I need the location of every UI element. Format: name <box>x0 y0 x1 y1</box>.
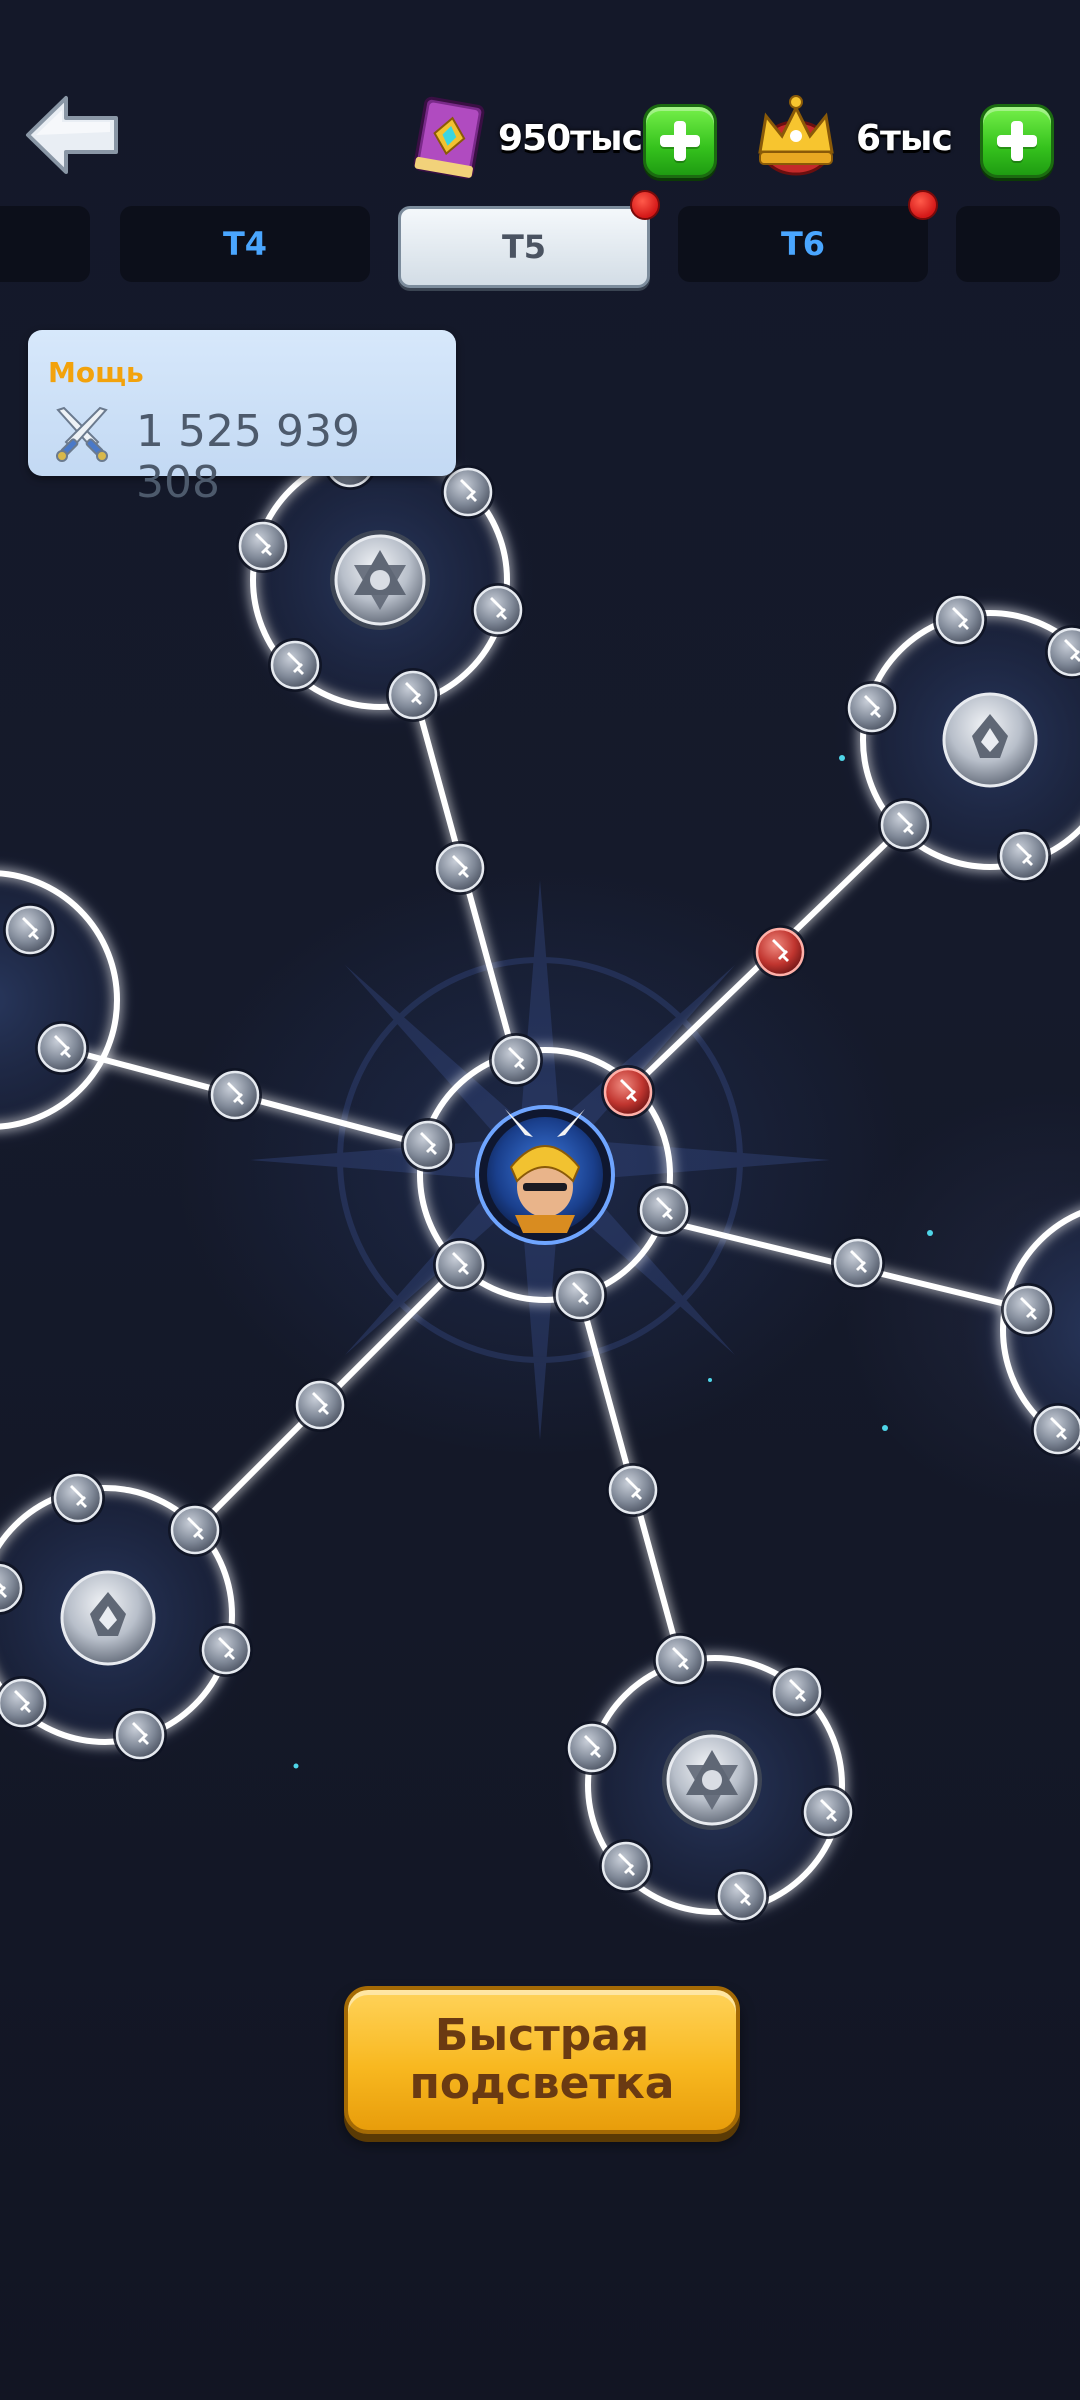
tab-t3[interactable] <box>0 206 90 282</box>
talent-node[interactable] <box>599 1839 653 1893</box>
cluster-emblem-bottom-left[interactable] <box>60 1570 156 1666</box>
talent-tree-screen: 950тыс 6тыс T4 T5 T6 Мощь 1 525 939 308 … <box>0 0 1080 2400</box>
talent-node[interactable] <box>637 1183 691 1237</box>
talent-node[interactable] <box>606 1463 660 1517</box>
talent-node[interactable] <box>113 1708 167 1762</box>
tab-t5[interactable]: T5 <box>398 206 650 288</box>
talent-node[interactable] <box>51 1471 105 1525</box>
tab-t5-notification-badge <box>630 190 660 220</box>
quick-highlight-line1: Быстрая <box>434 2010 650 2061</box>
talent-node[interactable] <box>715 1869 769 1923</box>
talent-node[interactable] <box>565 1721 619 1775</box>
tab-t6[interactable]: T6 <box>678 206 928 282</box>
talent-node-active[interactable] <box>601 1065 655 1119</box>
power-label: Мощь <box>48 356 144 389</box>
talent-node[interactable] <box>268 638 322 692</box>
talent-node[interactable] <box>845 681 899 735</box>
talent-node[interactable] <box>471 583 525 637</box>
talent-node[interactable] <box>489 1033 543 1087</box>
hero-portrait[interactable] <box>475 1105 615 1245</box>
book-icon <box>404 92 496 184</box>
talent-node[interactable] <box>770 1665 824 1719</box>
talent-node[interactable] <box>997 829 1051 883</box>
cluster-emblem-top-right[interactable] <box>942 692 1038 788</box>
talent-node[interactable] <box>433 841 487 895</box>
talent-node[interactable] <box>933 593 987 647</box>
quick-highlight-line2: подсветка <box>409 2058 675 2109</box>
talent-node[interactable] <box>35 1021 89 1075</box>
power-panel: Мощь 1 525 939 308 <box>28 330 456 508</box>
talent-node[interactable] <box>1001 1283 1055 1337</box>
talent-node[interactable] <box>801 1785 855 1839</box>
quick-highlight-button[interactable]: Быстрая подсветка <box>344 1986 740 2134</box>
talent-node[interactable] <box>831 1236 885 1290</box>
tab-label: T6 <box>780 225 826 263</box>
tab-t6-notification-badge <box>908 190 938 220</box>
tab-t7[interactable] <box>956 206 1060 282</box>
talent-node-active[interactable] <box>753 925 807 979</box>
tab-label: T5 <box>501 228 547 266</box>
crown-amount: 6тыс <box>856 118 953 159</box>
cluster-emblem-top[interactable] <box>330 530 430 630</box>
tab-label: T4 <box>222 225 268 263</box>
talent-node[interactable] <box>236 519 290 573</box>
talent-node[interactable] <box>208 1068 262 1122</box>
talent-node[interactable] <box>401 1118 455 1172</box>
talent-node[interactable] <box>199 1623 253 1677</box>
book-amount: 950тыс <box>498 118 643 159</box>
add-books-button[interactable] <box>643 104 717 178</box>
talent-node[interactable] <box>3 903 57 957</box>
talent-node[interactable] <box>386 668 440 722</box>
talent-node[interactable] <box>168 1503 222 1557</box>
power-value: 1 525 939 308 <box>136 406 360 508</box>
crossed-swords-icon <box>50 402 114 466</box>
back-arrow-icon <box>26 96 118 174</box>
talent-node[interactable] <box>553 1268 607 1322</box>
cluster-emblem-bottom[interactable] <box>662 1730 762 1830</box>
tab-t4[interactable]: T4 <box>120 206 370 282</box>
back-button[interactable] <box>22 92 122 178</box>
talent-node[interactable] <box>878 798 932 852</box>
crown-icon <box>752 92 840 182</box>
talent-node[interactable] <box>653 1633 707 1687</box>
add-crowns-button[interactable] <box>980 104 1054 178</box>
talent-node[interactable] <box>293 1378 347 1432</box>
talent-node[interactable] <box>433 1238 487 1292</box>
